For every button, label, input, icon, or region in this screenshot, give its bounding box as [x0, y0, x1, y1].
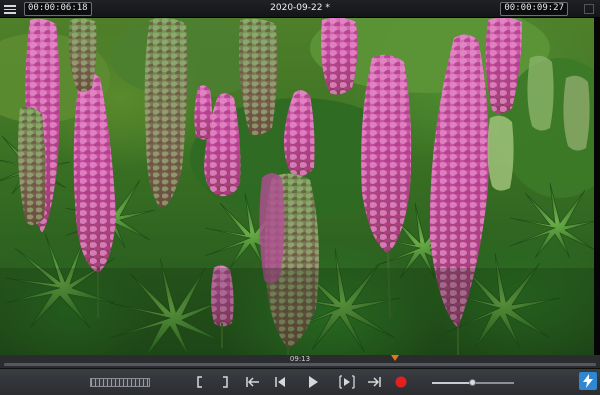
play-button[interactable]	[305, 374, 321, 390]
lightning-bolt-icon	[583, 374, 593, 388]
preview-border	[594, 18, 600, 355]
go-to-in-button[interactable]	[244, 374, 262, 390]
timeline-scrubber[interactable]: 09:13	[0, 355, 600, 368]
jog-shuttle-icon[interactable]	[90, 378, 150, 387]
step-back-button[interactable]	[272, 374, 288, 390]
playhead-marker-icon[interactable]	[390, 355, 399, 361]
transport-controls	[0, 368, 600, 395]
quick-export-button[interactable]	[579, 372, 597, 390]
play-icon	[309, 376, 318, 388]
volume-slider-handle[interactable]	[469, 379, 476, 386]
record-button[interactable]	[393, 374, 409, 390]
record-icon	[395, 376, 407, 388]
go-to-out-button[interactable]	[365, 374, 383, 390]
mark-out-button[interactable]	[218, 374, 232, 390]
go-to-out-icon	[368, 377, 381, 387]
mark-out-bracket-icon	[223, 376, 228, 388]
step-forward-button[interactable]	[338, 374, 356, 390]
video-preview[interactable]	[0, 18, 594, 355]
total-duration-display: 00:00:09:27	[500, 2, 568, 16]
go-to-in-icon	[246, 377, 259, 387]
mark-in-button[interactable]	[193, 374, 207, 390]
mark-in-bracket-icon	[197, 376, 202, 388]
title-bar: 00:00:06:18 2020-09-22 * 00:00:09:27	[0, 0, 600, 18]
video-frame-image	[0, 18, 594, 355]
step-back-icon	[275, 377, 285, 387]
timeline-track[interactable]	[4, 363, 596, 366]
window-toggle-icon[interactable]	[584, 4, 594, 14]
step-forward-icon	[339, 375, 355, 389]
volume-slider-fill	[432, 382, 473, 384]
